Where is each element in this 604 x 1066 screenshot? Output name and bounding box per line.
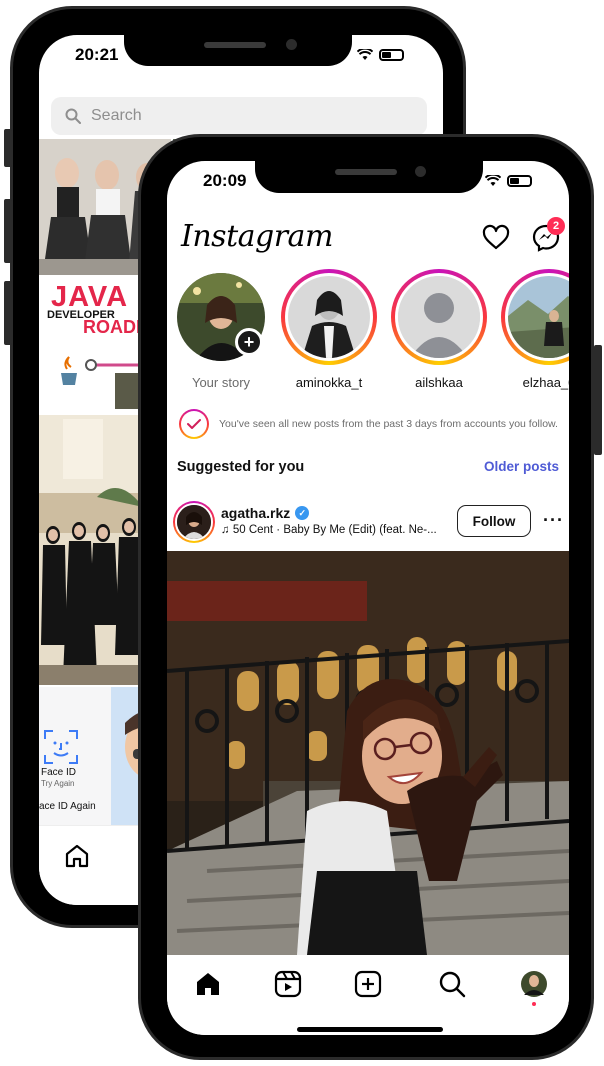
post-avatar[interactable] [173, 501, 215, 543]
search-icon[interactable] [437, 969, 467, 999]
avatar-photo [508, 276, 569, 358]
story-ailshkaa[interactable]: ailshkaa [389, 269, 489, 390]
verified-badge-icon: ✓ [295, 506, 310, 520]
story-inner [285, 273, 373, 361]
story-inner [505, 273, 569, 361]
follow-button[interactable]: Follow [457, 505, 531, 537]
tab-bar [167, 955, 569, 1035]
check-circle-icon [179, 409, 209, 439]
faceid-retry: Try Again [41, 779, 75, 788]
post-header: agatha.rkz ✓ ♫ 50 Cent · Baby By Me (Edi… [167, 497, 569, 549]
story-name: ailshkaa [415, 375, 463, 390]
story-ring [281, 269, 377, 365]
post-photo[interactable] [167, 551, 569, 955]
instagram-logo[interactable]: Instagram [181, 219, 333, 254]
faceid-label: Face ID [41, 767, 77, 778]
profile-avatar [521, 971, 547, 997]
notice-text: You've seen all new posts from the past … [219, 417, 558, 430]
post-username-row[interactable]: agatha.rkz ✓ [221, 505, 310, 521]
volume-down-button [4, 281, 12, 345]
faceid-icon [44, 730, 78, 764]
reels-icon[interactable] [273, 969, 303, 999]
profile-notification-dot [532, 1002, 536, 1006]
mute-switch [4, 129, 12, 167]
status-time: 20:09 [203, 171, 247, 190]
story-ring [391, 269, 487, 365]
post-music-title: 50 Cent · Baby By Me (Edit) (feat. Ne-..… [232, 524, 437, 536]
front-phone-frame: 20:09 Instagram 2 + Your story aminokka_… [138, 134, 602, 1060]
search-placeholder: Search [91, 107, 142, 124]
post-image [167, 551, 569, 955]
volume-up-button [4, 199, 12, 263]
front-phone-screen: 20:09 Instagram 2 + Your story aminokka_… [167, 161, 569, 1035]
messenger-button[interactable]: 2 [531, 217, 565, 253]
wifi-icon [485, 175, 501, 186]
search-input[interactable]: Search [51, 97, 427, 135]
battery-icon [379, 49, 404, 61]
story-name: elzhaa_0 [522, 375, 569, 390]
faceid-bottom-label: ace ID Again [39, 801, 96, 812]
story-your-story[interactable]: + Your story [171, 269, 271, 390]
status-time: 20:21 [75, 45, 119, 64]
caught-up-notice: You've seen all new posts from the past … [179, 409, 559, 439]
more-options-icon[interactable]: ··· [543, 510, 564, 531]
create-icon[interactable] [353, 969, 383, 999]
home-indicator [297, 1027, 443, 1032]
home-icon[interactable] [193, 969, 223, 999]
checkmark-icon [187, 419, 201, 429]
suggested-title: Suggested for you [177, 459, 305, 475]
avatar-photo [288, 276, 370, 358]
story-avatar-default [398, 276, 480, 358]
story-avatar [288, 276, 370, 358]
story-inner [395, 273, 483, 361]
story-aminokka-t[interactable]: aminokka_t [279, 269, 379, 390]
profile-tab[interactable] [519, 969, 549, 1006]
older-posts-link[interactable]: Older posts [484, 459, 559, 474]
front-notch [255, 157, 483, 193]
story-avatar [508, 276, 569, 358]
status-icons [357, 49, 404, 61]
story-ring [501, 269, 569, 365]
power-button [594, 345, 602, 455]
status-icons [485, 175, 532, 187]
story-elzhaa[interactable]: elzhaa_0 [499, 269, 569, 390]
post-username[interactable]: agatha.rkz [221, 505, 290, 521]
default-avatar-icon [398, 276, 480, 358]
music-note-icon: ♫ [221, 524, 233, 536]
story-name: aminokka_t [295, 375, 363, 390]
home-icon[interactable] [63, 842, 91, 870]
heart-icon[interactable] [481, 223, 511, 253]
wifi-icon [357, 49, 373, 60]
back-notch [124, 28, 352, 66]
story-name: Your story [191, 375, 251, 390]
search-icon [65, 108, 81, 124]
post-music-row[interactable]: ♫ 50 Cent · Baby By Me (Edit) (feat. Ne-… [221, 524, 437, 536]
messages-badge: 2 [547, 217, 565, 235]
add-story-plus-icon[interactable]: + [235, 328, 263, 356]
avatar-photo [177, 505, 211, 539]
battery-icon [507, 175, 532, 187]
